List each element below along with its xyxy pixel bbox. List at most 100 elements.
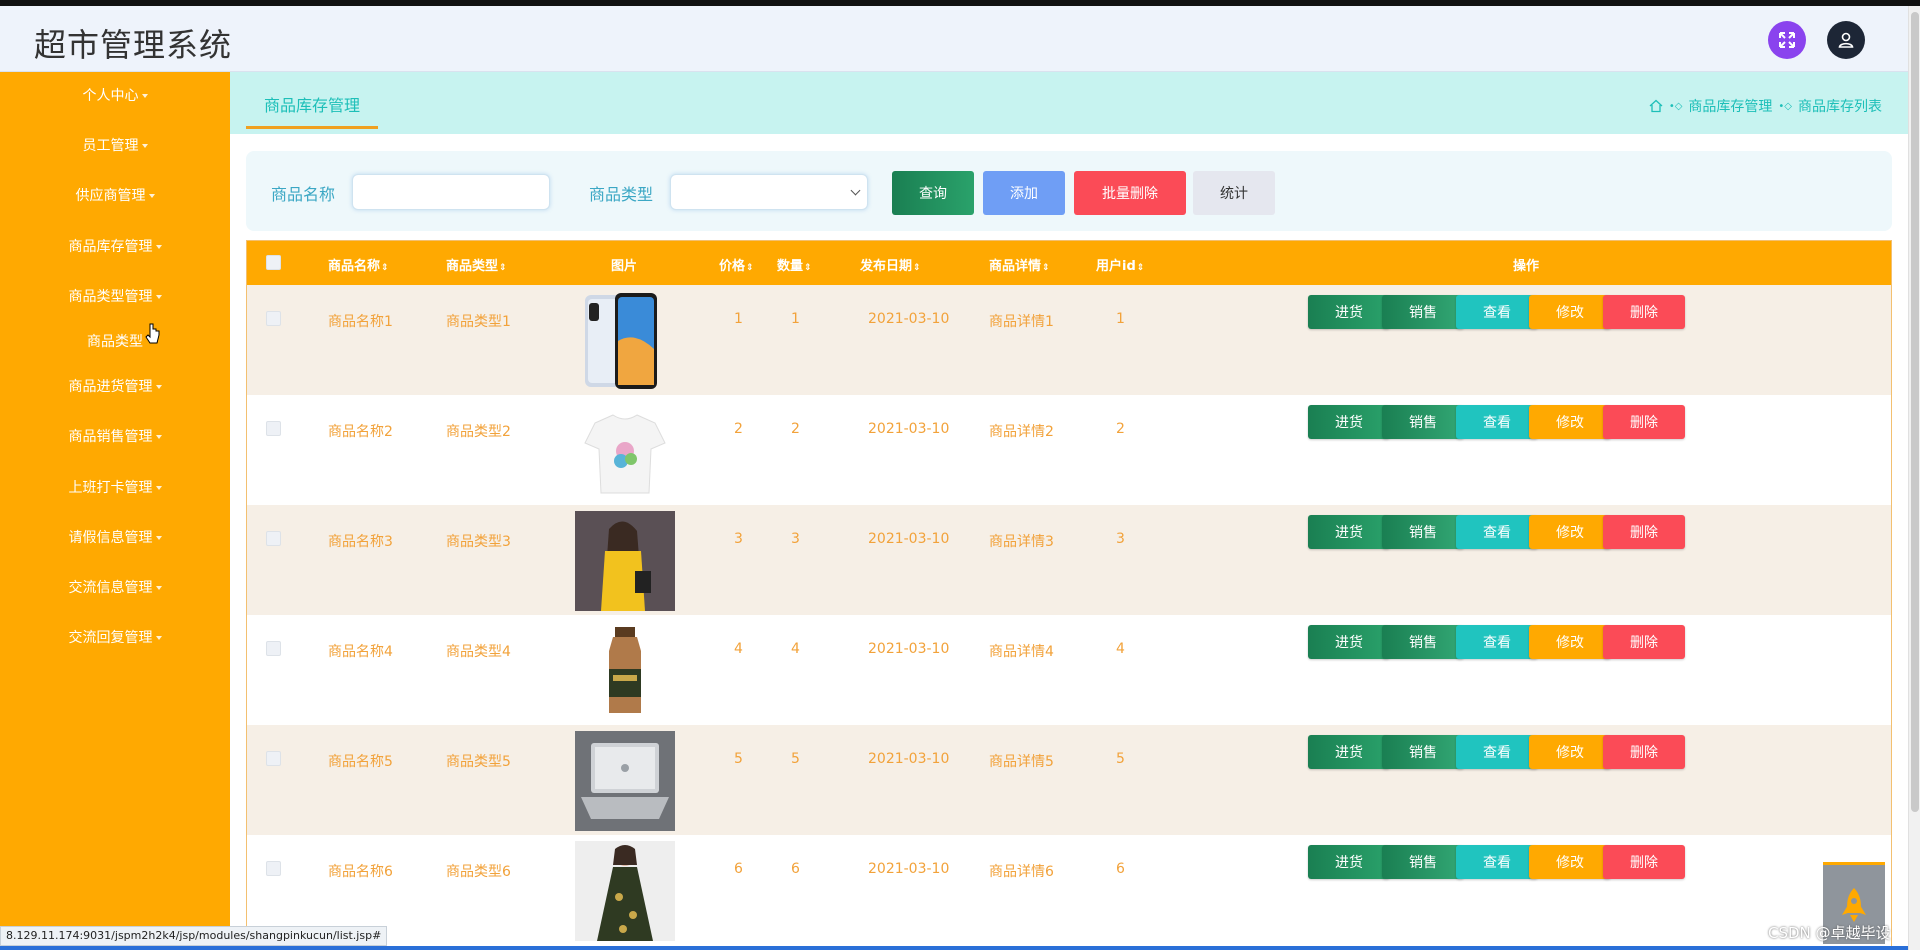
rocket-icon <box>1842 887 1866 922</box>
cell-type: 商品类型5 <box>446 754 511 770</box>
col-header-detail[interactable]: 商品详情⇕ <box>989 255 1050 274</box>
view-button[interactable]: 查看 <box>1456 625 1538 659</box>
col-header-price[interactable]: 价格⇕ <box>719 255 754 274</box>
sidebar-item-0[interactable]: 个人中心 <box>0 81 230 111</box>
caret-down-icon <box>155 295 162 299</box>
edit-button[interactable]: 修改 <box>1529 735 1611 769</box>
edit-button[interactable]: 修改 <box>1529 625 1611 659</box>
user-button[interactable] <box>1827 21 1865 59</box>
cell-price: 3 <box>734 531 743 547</box>
product-type-select[interactable] <box>670 174 868 210</box>
delete-button[interactable]: 删除 <box>1603 295 1685 329</box>
row-checkbox[interactable] <box>266 641 281 656</box>
sidebar-item-label: 请假信息管理 <box>68 530 153 546</box>
stock-in-button[interactable]: 进货 <box>1308 515 1390 549</box>
product-name-input[interactable] <box>352 174 550 210</box>
cell-price: 4 <box>734 641 743 657</box>
sort-icon: ⇕ <box>913 263 921 273</box>
sale-button[interactable]: 销售 <box>1382 295 1464 329</box>
cell-detail: 商品详情6 <box>989 864 1054 880</box>
add-button[interactable]: 添加 <box>983 171 1065 215</box>
page-scrollbar[interactable] <box>1908 6 1920 950</box>
edit-button[interactable]: 修改 <box>1529 515 1611 549</box>
view-button[interactable]: 查看 <box>1456 515 1538 549</box>
sidebar-item-label: 商品类型 <box>87 334 143 350</box>
caret-down-icon <box>155 435 162 439</box>
view-button[interactable]: 查看 <box>1456 845 1538 879</box>
stock-in-button[interactable]: 进货 <box>1308 295 1390 329</box>
delete-button[interactable]: 删除 <box>1603 625 1685 659</box>
batch-delete-button[interactable]: 批量删除 <box>1074 171 1186 215</box>
sidebar-item-3[interactable]: 商品库存管理 <box>0 232 230 262</box>
cell-type: 商品类型4 <box>446 644 511 660</box>
table-row: 商品名称4 商品类型4 4 4 2021-03-10 商品详情4 4 进货 销售 查看 修改 删除 <box>247 615 1891 725</box>
col-header-type[interactable]: 商品类型⇕ <box>446 255 507 274</box>
row-checkbox[interactable] <box>266 751 281 766</box>
view-button[interactable]: 查看 <box>1456 295 1538 329</box>
sale-button[interactable]: 销售 <box>1382 625 1464 659</box>
caret-down-icon <box>155 385 162 389</box>
sale-button[interactable]: 销售 <box>1382 515 1464 549</box>
stats-button[interactable]: 统计 <box>1193 171 1275 215</box>
fullscreen-button[interactable] <box>1768 21 1806 59</box>
edit-button[interactable]: 修改 <box>1529 845 1611 879</box>
col-header-qty[interactable]: 数量⇕ <box>777 255 812 274</box>
product-image <box>575 621 675 721</box>
sidebar-item-4[interactable]: 商品类型管理 <box>0 282 230 312</box>
sidebar-item-6[interactable]: 商品进货管理 <box>0 372 230 402</box>
sidebar-item-label: 商品销售管理 <box>68 429 153 445</box>
row-checkbox[interactable] <box>266 421 281 436</box>
delete-button[interactable]: 删除 <box>1603 515 1685 549</box>
inventory-table: 商品名称⇕ 商品类型⇕ 图片 价格⇕ 数量⇕ 发布日期⇕ 商品详情⇕ 用户id⇕… <box>246 240 1892 950</box>
cell-price: 5 <box>734 751 743 767</box>
cell-uid: 6 <box>1116 861 1125 877</box>
select-all-checkbox[interactable] <box>266 255 281 270</box>
sidebar-item-8[interactable]: 上班打卡管理 <box>0 473 230 503</box>
col-header-date[interactable]: 发布日期⇕ <box>860 255 921 274</box>
sidebar-item-9[interactable]: 请假信息管理 <box>0 523 230 553</box>
sidebar-item-7[interactable]: 商品销售管理 <box>0 422 230 452</box>
sidebar-item-label: 商品库存管理 <box>68 239 153 255</box>
stock-in-button[interactable]: 进货 <box>1308 845 1390 879</box>
edit-button[interactable]: 修改 <box>1529 405 1611 439</box>
tab-inventory[interactable]: 商品库存管理 <box>246 92 378 129</box>
caret-down-icon <box>155 536 162 540</box>
row-checkbox[interactable] <box>266 311 281 326</box>
stock-in-button[interactable]: 进货 <box>1308 625 1390 659</box>
col-header-actions: 操作 <box>1513 259 1540 274</box>
type-label: 商品类型 <box>589 185 654 204</box>
browser-status-url: 8.129.11.174:9031/jspm2h2k4/jsp/modules/… <box>0 926 388 946</box>
cell-uid: 4 <box>1116 641 1125 657</box>
delete-button[interactable]: 删除 <box>1603 735 1685 769</box>
breadcrumb-item-inventory[interactable]: 商品库存管理 <box>1688 96 1772 116</box>
delete-button[interactable]: 删除 <box>1603 845 1685 879</box>
sidebar-item-11[interactable]: 交流回复管理 <box>0 623 230 653</box>
cell-detail: 商品详情5 <box>989 754 1054 770</box>
view-button[interactable]: 查看 <box>1456 405 1538 439</box>
stock-in-button[interactable]: 进货 <box>1308 735 1390 769</box>
delete-button[interactable]: 删除 <box>1603 405 1685 439</box>
sidebar-item-2[interactable]: 供应商管理 <box>0 181 230 211</box>
cell-price: 2 <box>734 421 743 437</box>
sale-button[interactable]: 销售 <box>1382 405 1464 439</box>
home-icon[interactable] <box>1649 99 1663 113</box>
sidebar-item-label: 交流信息管理 <box>68 580 153 596</box>
breadcrumb: •◇ 商品库存管理 •◇ 商品库存列表 <box>1649 96 1882 116</box>
sidebar-item-1[interactable]: 员工管理 <box>0 131 230 161</box>
sale-button[interactable]: 销售 <box>1382 735 1464 769</box>
col-header-name[interactable]: 商品名称⇕ <box>328 255 389 274</box>
query-button[interactable]: 查询 <box>892 171 974 215</box>
stock-in-button[interactable]: 进货 <box>1308 405 1390 439</box>
cell-date: 2021-03-10 <box>868 861 950 877</box>
cell-type: 商品类型6 <box>446 864 511 880</box>
row-checkbox[interactable] <box>266 531 281 546</box>
scrollbar-thumb[interactable] <box>1911 12 1919 812</box>
sidebar-item-5[interactable]: 商品类型 <box>0 327 230 357</box>
row-checkbox[interactable] <box>266 861 281 876</box>
sale-button[interactable]: 销售 <box>1382 845 1464 879</box>
col-header-uid[interactable]: 用户id⇕ <box>1096 255 1144 274</box>
sidebar-item-label: 个人中心 <box>82 88 139 104</box>
sidebar-item-10[interactable]: 交流信息管理 <box>0 573 230 603</box>
edit-button[interactable]: 修改 <box>1529 295 1611 329</box>
view-button[interactable]: 查看 <box>1456 735 1538 769</box>
